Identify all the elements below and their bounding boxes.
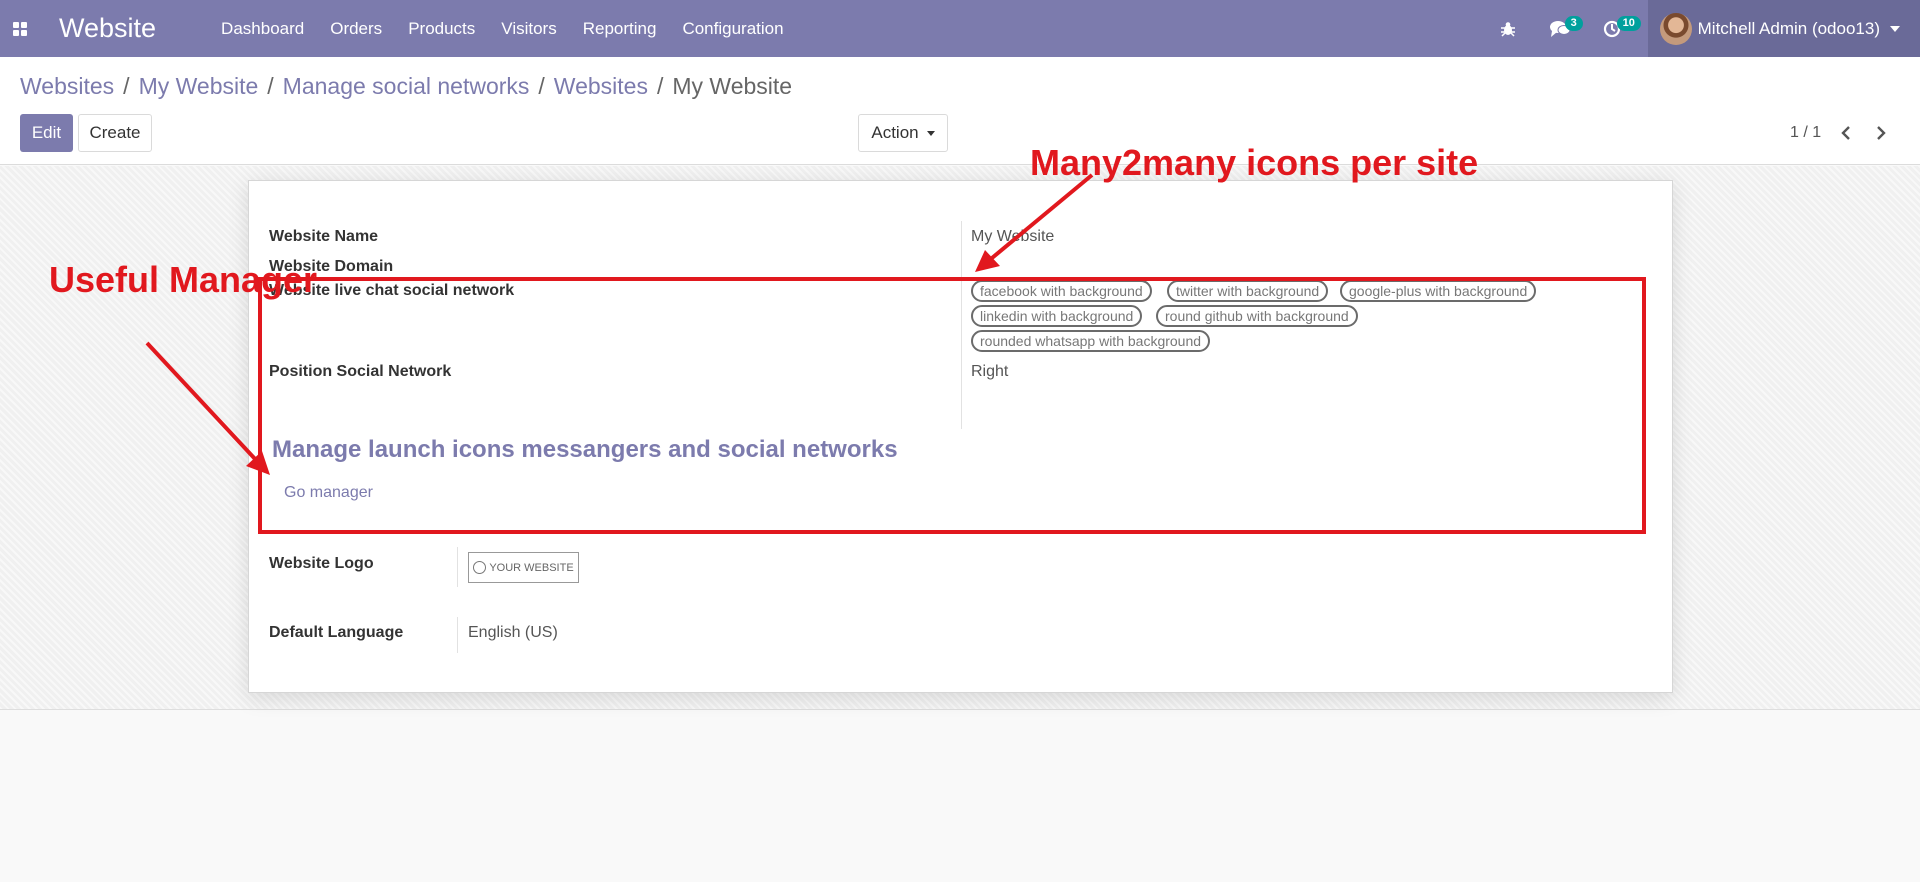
arrow-to-icons (990, 173, 1094, 260)
arrow-to-go-manager (145, 341, 258, 462)
annotation-arrows (145, 173, 1094, 475)
